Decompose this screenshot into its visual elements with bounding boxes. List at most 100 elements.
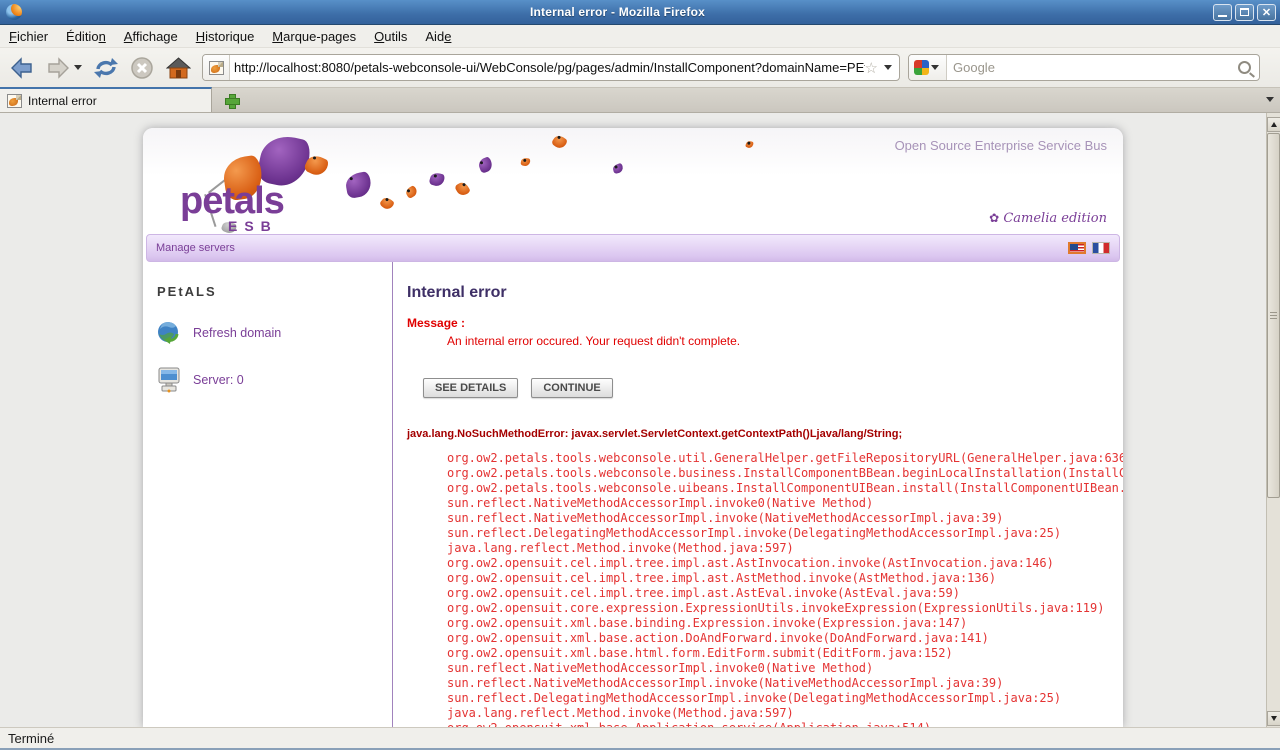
message-text: An internal error occured. Your request … (447, 334, 741, 348)
tab-list-dropdown-icon[interactable] (1266, 97, 1274, 106)
message-label: Message : (407, 316, 466, 330)
server-icon (158, 367, 180, 393)
forward-icon (48, 56, 69, 79)
search-bar[interactable]: Google (908, 54, 1260, 81)
stop-icon (131, 56, 153, 79)
tab-favicon (7, 93, 22, 108)
url-dropdown-icon[interactable] (884, 65, 892, 74)
menu-historique[interactable]: Historique (187, 27, 264, 46)
reload-icon (94, 57, 118, 78)
manage-servers-bar: Manage servers (146, 234, 1120, 262)
edition-label: ✿ Camelia edition (989, 211, 1107, 226)
stack-line: org.ow2.opensuit.cel.impl.tree.impl.ast.… (447, 571, 997, 585)
tab-strip: Internal error (0, 87, 1280, 113)
logo-subtext: ESB (228, 218, 278, 234)
sidebar-item-refresh-domain[interactable]: Refresh domain (157, 321, 392, 345)
continue-button[interactable]: CONTINUE (531, 378, 613, 398)
search-engine-selector[interactable] (909, 55, 947, 80)
back-icon (11, 56, 32, 79)
sidebar-item-label: Refresh domain (193, 326, 282, 340)
petal-decoration (378, 195, 396, 212)
menu-fichier[interactable]: Fichier (0, 27, 57, 46)
url-text[interactable]: http://localhost:8080/petals-webconsole-… (230, 60, 865, 75)
home-button[interactable] (164, 54, 192, 82)
back-button[interactable] (8, 54, 36, 82)
english-flag-icon[interactable] (1068, 242, 1086, 254)
page-card: petals ESB Open Source Enterprise Servic… (143, 128, 1123, 727)
stack-line: org.ow2.petals.tools.webconsole.uibeans.… (447, 481, 1123, 495)
stack-line: java.lang.reflect.Method.invoke(Method.j… (447, 706, 794, 720)
stack-line: sun.reflect.NativeMethodAccessorImpl.inv… (447, 661, 874, 675)
stack-trace: org.ow2.petals.tools.webconsole.util.Gen… (407, 451, 1123, 727)
minimize-button[interactable] (1213, 3, 1232, 21)
site-favicon (203, 55, 230, 80)
firefox-icon (6, 4, 22, 20)
sidebar-item-label: Server: 0 (193, 373, 244, 387)
main-content: Internal error Message : An internal err… (393, 262, 1123, 727)
scroll-up-button[interactable] (1267, 117, 1280, 132)
arrow-down-icon (1271, 716, 1277, 724)
stack-line: org.ow2.opensuit.xml.base.action.DoAndFo… (447, 631, 989, 645)
search-input[interactable]: Google (947, 60, 1238, 75)
bookmark-star-icon[interactable]: ☆ (865, 59, 878, 77)
stack-line: org.ow2.opensuit.xml.base.binding.Expres… (447, 616, 968, 630)
stack-line: org.ow2.opensuit.core.expression.Express… (447, 601, 1105, 615)
petal-decoration (428, 171, 446, 188)
google-icon (914, 60, 929, 75)
sidebar-title: PEtALS (157, 284, 217, 299)
petal-decoration (454, 180, 471, 198)
petal-decoration (745, 140, 754, 149)
url-bar[interactable]: http://localhost:8080/petals-webconsole-… (202, 54, 900, 81)
page-title: Internal error (407, 284, 507, 301)
flower-icon: ✿ (989, 211, 1000, 225)
arrow-up-icon (1271, 119, 1277, 127)
petal-decoration (612, 162, 624, 175)
reload-button[interactable] (92, 54, 120, 82)
home-icon (165, 56, 191, 78)
french-flag-icon[interactable] (1092, 242, 1110, 254)
search-engine-dropdown-icon[interactable] (931, 65, 939, 74)
menu-aide[interactable]: Aide (416, 27, 460, 46)
stack-line: sun.reflect.NativeMethodAccessorImpl.inv… (447, 496, 874, 510)
petal-decoration (404, 184, 419, 200)
navigation-toolbar: http://localhost:8080/petals-webconsole-… (0, 48, 1280, 88)
stack-line: sun.reflect.DelegatingMethodAccessorImpl… (447, 691, 1062, 705)
status-text: Terminé (8, 730, 55, 746)
manage-servers-link[interactable]: Manage servers (147, 242, 235, 254)
stack-line: org.ow2.petals.tools.webconsole.util.Gen… (447, 451, 1123, 465)
see-details-button[interactable]: SEE DETAILS (423, 378, 519, 398)
menu-outils[interactable]: Outils (365, 27, 416, 46)
window-title: Internal error - Mozilla Firefox (529, 5, 706, 19)
page-header: petals ESB Open Source Enterprise Servic… (143, 128, 1123, 234)
status-bar: Terminé (0, 727, 1280, 750)
menu-edition[interactable]: Édition (57, 27, 115, 46)
menu-affichage[interactable]: Affichage (115, 27, 187, 46)
scrollbar-thumb[interactable] (1267, 133, 1280, 498)
stack-line: sun.reflect.NativeMethodAccessorImpl.inv… (447, 676, 1004, 690)
stop-button[interactable] (128, 54, 156, 82)
vertical-scrollbar[interactable] (1266, 113, 1280, 727)
stack-line: sun.reflect.DelegatingMethodAccessorImpl… (447, 526, 1062, 540)
search-icon[interactable] (1238, 61, 1251, 74)
stack-line: org.ow2.opensuit.xml.base.html.form.Edit… (447, 646, 953, 660)
stack-line: org.ow2.opensuit.cel.impl.tree.impl.ast.… (447, 586, 960, 600)
petals-logo: petals ESB (180, 130, 330, 234)
exception-title: java.lang.NoSuchMethodError: javax.servl… (407, 428, 903, 440)
close-button[interactable]: ✕ (1257, 3, 1276, 21)
petal-decoration (550, 133, 569, 151)
globe-refresh-icon (158, 322, 179, 344)
tab-internal-error[interactable]: Internal error (0, 87, 212, 112)
maximize-button[interactable] (1235, 3, 1254, 21)
menu-marque-pages[interactable]: Marque-pages (263, 27, 365, 46)
petal-decoration (476, 156, 495, 174)
stack-line: org.ow2.petals.tools.webconsole.business… (447, 466, 1123, 480)
forward-button[interactable] (44, 54, 72, 82)
history-dropdown-icon[interactable] (74, 65, 82, 74)
logo-text: petals (180, 180, 285, 222)
petal-decoration (344, 171, 373, 199)
menu-bar: Fichier Édition Affichage Historique Mar… (0, 25, 1280, 48)
sidebar-item-server[interactable]: Server: 0 (157, 367, 392, 393)
stack-line: sun.reflect.NativeMethodAccessorImpl.inv… (447, 511, 1004, 525)
new-tab-button[interactable] (220, 90, 242, 110)
scroll-down-button[interactable] (1267, 711, 1280, 726)
